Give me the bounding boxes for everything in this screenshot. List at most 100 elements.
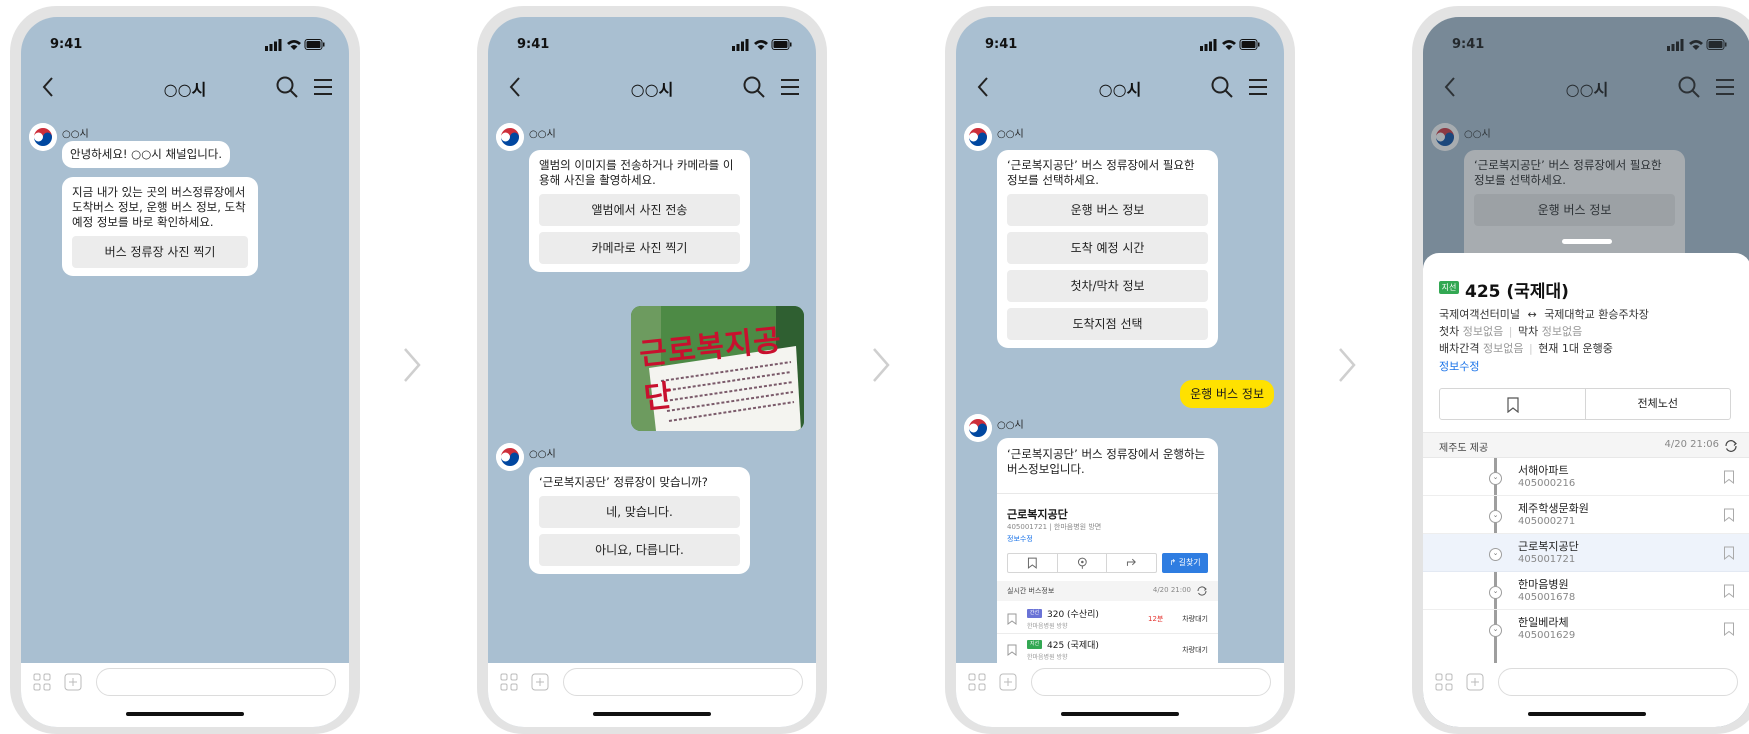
bus-route-name: 320 (수산리) xyxy=(1047,610,1099,620)
all-routes-label: 전체노선 xyxy=(1637,397,1678,410)
bus-info-intro-text: ‘근로복지공단’ 버스 정류장에서 운행하는 버스정보입니다. xyxy=(1007,447,1206,476)
bookmark-icon[interactable] xyxy=(1723,584,1735,598)
option-arrival-time-button[interactable]: 도착 예정 시간 xyxy=(1007,232,1208,264)
bookmark-icon[interactable] xyxy=(1723,470,1735,484)
info-edit-link[interactable]: 정보수정 xyxy=(1007,534,1033,544)
option-destination-button[interactable]: 도착지점 선택 xyxy=(1007,308,1208,340)
menu-icon[interactable] xyxy=(307,71,339,103)
separator: | xyxy=(1528,342,1533,355)
route-button[interactable]: ↱ 길찾기 xyxy=(1162,553,1208,573)
plus-icon[interactable] xyxy=(999,673,1017,691)
channel-avatar[interactable] xyxy=(29,123,57,151)
stop-node-icon: ⌄ xyxy=(1489,548,1502,561)
all-routes-button[interactable]: 전체노선 xyxy=(1586,389,1731,419)
status-icons xyxy=(732,39,792,51)
stop-row[interactable]: ⌄ 한마음병원 405001678 xyxy=(1423,572,1749,610)
chat-input-bar xyxy=(488,663,816,727)
stop-name: 제주학생문화원 xyxy=(1518,502,1589,515)
channel-avatar[interactable] xyxy=(496,443,524,471)
chat-header: ○○시 xyxy=(956,67,1284,107)
chat-screen-2: 9:41 ○○시 ○○시 앨범의 이미지를 전송하거나 카메라를 이용해 사진을… xyxy=(488,17,816,727)
bookmark-icon[interactable] xyxy=(1723,508,1735,522)
search-icon[interactable] xyxy=(271,71,303,103)
bookmark-icon[interactable] xyxy=(1723,622,1735,636)
plus-icon[interactable] xyxy=(1466,673,1484,691)
bus-stop-photo[interactable]: 근로복지공단 xyxy=(631,306,804,431)
sheet-action-row: 전체노선 xyxy=(1439,388,1731,420)
chat-screen-1: 9:41 ○○시 ○○시 안녕하세요! ○○시 채널입니다. 지금 내가 있는 … xyxy=(21,17,349,727)
status-time: 9:41 xyxy=(985,37,1018,52)
option-first-last-bus-button[interactable]: 첫차/막차 정보 xyxy=(1007,270,1208,302)
interval-label: 배차간격 xyxy=(1439,342,1480,355)
provider-bar: 제주도 제공 4/20 21:06 xyxy=(1423,432,1749,458)
status-icons xyxy=(265,39,325,51)
take-camera-photo-button[interactable]: 카메라로 사진 찍기 xyxy=(539,232,740,264)
chat-screen-4: 9:41 ○○시 ○○시 ‘근로복지공단’ 버스 정류장에서 필요한 정보를 선… xyxy=(1423,17,1749,727)
route-origin: 국제여객선터미널 xyxy=(1439,308,1520,321)
photo-sign-text: 근로복지공단 xyxy=(637,322,784,417)
option-running-bus-button[interactable]: 운행 버스 정보 xyxy=(1007,194,1208,226)
search-icon[interactable] xyxy=(738,71,770,103)
refresh-icon[interactable] xyxy=(1723,438,1739,454)
separator: | xyxy=(1508,325,1513,338)
chevron-right-icon xyxy=(404,348,421,382)
grid-icon[interactable] xyxy=(1435,673,1453,691)
status-icons xyxy=(1200,39,1260,51)
last-bus-value: 정보없음 xyxy=(1541,325,1583,338)
intro-text: 지금 내가 있는 곳의 버스정류장에서 도착버스 정보, 운행 버스 정보, 도… xyxy=(72,185,246,229)
bookmark-button[interactable] xyxy=(1440,389,1586,419)
plus-icon[interactable] xyxy=(64,673,82,691)
first-bus-value: 정보없음 xyxy=(1462,325,1504,338)
chat-input-bar xyxy=(1423,663,1749,727)
bus-row[interactable]: 지선 425 (국제대) 한마음병원 방향 차량대기 xyxy=(997,635,1218,665)
channel-avatar[interactable] xyxy=(496,123,524,151)
grid-icon[interactable] xyxy=(33,673,51,691)
refresh-icon[interactable] xyxy=(1196,585,1208,597)
info-edit-link[interactable]: 정보수정 xyxy=(1439,358,1479,374)
confirm-no-button[interactable]: 아니요, 다릅니다. xyxy=(539,534,740,566)
sheet-drag-handle[interactable] xyxy=(1562,239,1612,244)
chat-header: ○○시 xyxy=(21,67,349,107)
take-bus-stop-photo-button[interactable]: 버스 정류장 사진 찍기 xyxy=(72,236,248,268)
message-input[interactable] xyxy=(96,668,336,696)
stop-row[interactable]: ⌄ 제주학생문화원 405000271 xyxy=(1423,496,1749,534)
channel-avatar[interactable] xyxy=(964,123,992,151)
stop-row[interactable]: ⌄ 서해아파트 405000216 xyxy=(1423,458,1749,496)
route-destination: 국제대학교 환승주차장 xyxy=(1544,308,1649,321)
send-album-photo-button[interactable]: 앨범에서 사진 전송 xyxy=(539,194,740,226)
sender-name: ○○시 xyxy=(529,449,556,460)
confirm-yes-button[interactable]: 네, 맞습니다. xyxy=(539,496,740,528)
phone-frame-3: 9:41 ○○시 ○○시 ‘근로복지공단’ 버스 정류장에서 필요한 정보를 선… xyxy=(945,6,1295,734)
menu-icon[interactable] xyxy=(774,71,806,103)
both-way-arrow-icon: ↔ xyxy=(1527,308,1537,321)
message-input[interactable] xyxy=(1031,668,1271,696)
bus-row[interactable]: 간선 320 (수산리) 한마음병원 방향 12분 차량대기 xyxy=(997,604,1218,634)
search-icon[interactable] xyxy=(1206,71,1238,103)
bus-status: 차량대기 xyxy=(1182,646,1208,654)
bookmark-icon[interactable] xyxy=(1007,613,1017,625)
menu-icon[interactable] xyxy=(1242,71,1274,103)
message-input[interactable] xyxy=(563,668,803,696)
message-input[interactable] xyxy=(1498,668,1738,696)
stop-node-icon: ⌄ xyxy=(1489,586,1502,599)
share-icon[interactable] xyxy=(1107,554,1156,572)
home-indicator xyxy=(1528,712,1646,716)
location-pin-icon[interactable] xyxy=(1058,554,1108,572)
bookmark-icon[interactable] xyxy=(1008,554,1058,572)
bookmark-icon[interactable] xyxy=(1723,546,1735,560)
bookmark-icon[interactable] xyxy=(1007,644,1017,656)
stop-meta: 405001721 | 한마음병원 방면 xyxy=(1007,523,1102,531)
route-type-badge: 지선 xyxy=(1027,640,1042,649)
stop-code: 405001721 xyxy=(1007,523,1048,531)
stop-name: 한마음병원 xyxy=(1518,578,1569,591)
user-reply-bubble: 운행 버스 정보 xyxy=(1180,380,1274,408)
route-type-badge: 간선 xyxy=(1027,609,1042,618)
home-indicator xyxy=(593,712,711,716)
plus-icon[interactable] xyxy=(531,673,549,691)
stop-row-current[interactable]: ⌄ 근로복지공단 405001721 xyxy=(1423,534,1749,572)
channel-avatar[interactable] xyxy=(964,414,992,442)
interval-info: 배차간격 정보없음 | 현재 1대 운행중 xyxy=(1439,340,1613,356)
stop-row[interactable]: ⌄ 한일베라체 405001629 xyxy=(1423,610,1749,648)
grid-icon[interactable] xyxy=(500,673,518,691)
grid-icon[interactable] xyxy=(968,673,986,691)
